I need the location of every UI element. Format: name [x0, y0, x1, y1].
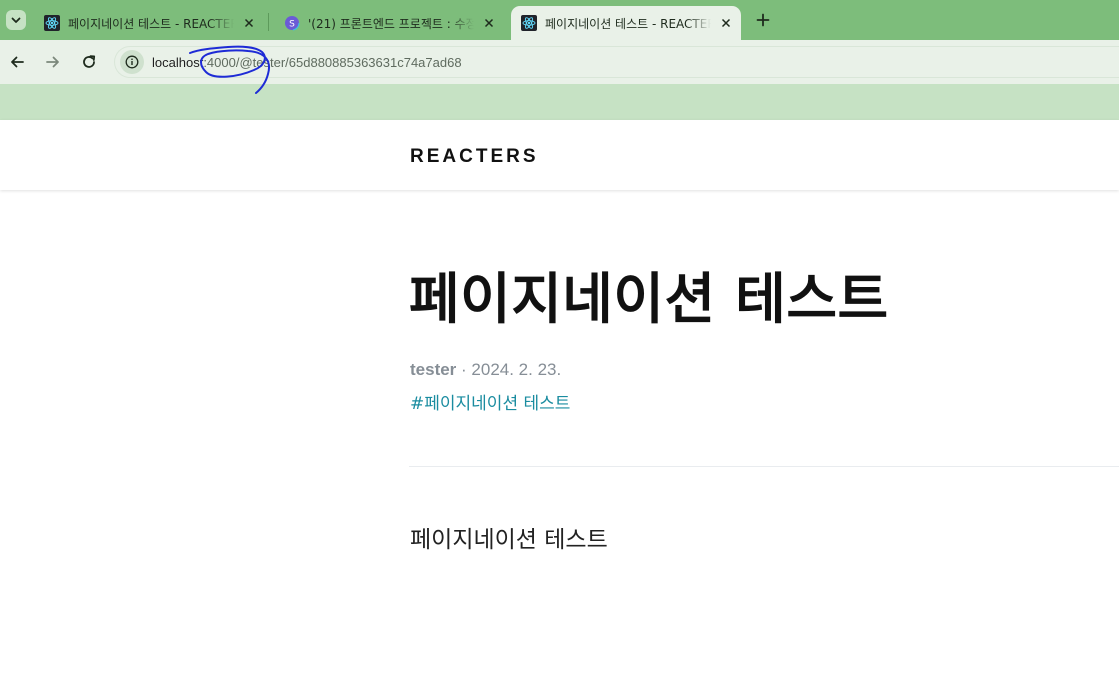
toolbar-row: localhost:4000/@tester/65d880885363631c7…: [0, 40, 1119, 84]
new-tab-button[interactable]: [752, 9, 774, 31]
chevron-down-icon: [11, 17, 21, 23]
reload-button[interactable]: [78, 51, 100, 73]
post-tag[interactable]: #페이지네이션 테스트: [410, 389, 570, 414]
pen-annotation: [189, 45, 270, 94]
react-icon: [44, 15, 60, 31]
meta-separator: ·: [456, 360, 472, 379]
tab-strip: 페이지네이션 테스트 - REACTERS S '(21) 프론트엔드 프로젝트…: [0, 0, 1119, 40]
arrow-right-icon: [46, 56, 59, 68]
tab-2[interactable]: S '(21) 프론트엔드 프로젝트 : 수정: [274, 6, 504, 40]
content-divider: [409, 466, 1119, 467]
site-logo[interactable]: REACTERS: [410, 146, 539, 168]
tab-separator: [268, 13, 269, 31]
svg-text:S: S: [289, 20, 295, 30]
close-icon[interactable]: [480, 14, 498, 32]
tab-3-active[interactable]: 페이지네이션 테스트 - REACTERS: [511, 6, 741, 40]
close-icon[interactable]: [717, 14, 735, 32]
close-icon[interactable]: [240, 14, 258, 32]
post-title: 페이지네이션 테스트: [409, 267, 889, 331]
info-icon: [125, 55, 139, 69]
react-icon: [521, 15, 537, 31]
post-date: 2024. 2. 23.: [471, 360, 562, 379]
reload-icon: [83, 55, 96, 68]
post-author[interactable]: tester: [410, 360, 456, 379]
tab-search-button[interactable]: [6, 10, 26, 30]
site-header: REACTERS: [0, 120, 1119, 190]
post-body: 페이지네이션 테스트: [410, 527, 608, 553]
tab-title: '(21) 프론트엔드 프로젝트 : 수정: [308, 16, 474, 31]
back-button[interactable]: [6, 51, 28, 73]
browser-toolbar: localhost:4000/@tester/65d880885363631c7…: [0, 40, 1119, 120]
tab-title: 페이지네이션 테스트 - REACTERS: [68, 16, 234, 31]
post-meta: tester · 2024. 2. 23.: [410, 360, 561, 380]
forward-button[interactable]: [42, 51, 64, 73]
app-icon: S: [284, 15, 300, 31]
plus-icon: [756, 13, 770, 27]
arrow-left-icon: [11, 56, 24, 68]
site-info-button[interactable]: [120, 50, 144, 74]
tab-title: 페이지네이션 테스트 - REACTERS: [545, 16, 711, 31]
tab-1[interactable]: 페이지네이션 테스트 - REACTERS: [34, 6, 264, 40]
